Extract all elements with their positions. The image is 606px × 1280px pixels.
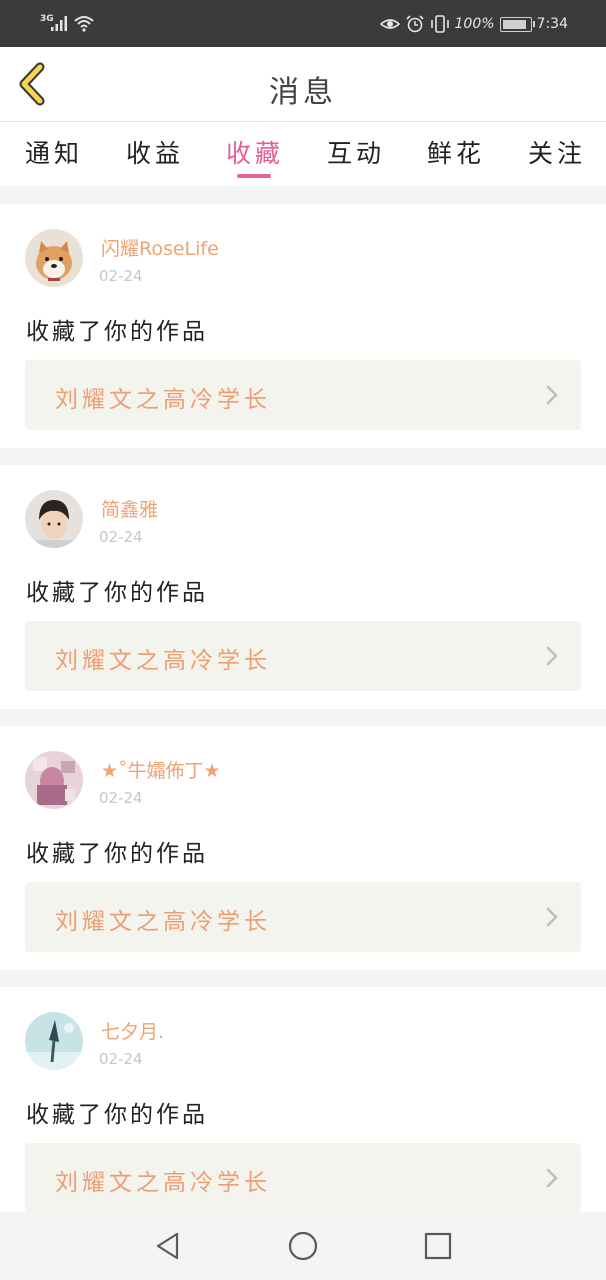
username[interactable]: 简鑫雅	[101, 495, 158, 522]
tab-earnings[interactable]: 收益	[126, 134, 184, 170]
signal-icon	[51, 16, 67, 31]
work-link[interactable]: 刘耀文之高冷学长	[25, 360, 581, 430]
tab-follows[interactable]: 关注	[528, 134, 586, 170]
message-date: 02-24	[99, 528, 143, 546]
square-recents-icon[interactable]	[421, 1229, 455, 1263]
battery-level	[502, 19, 526, 29]
tab-favorites[interactable]: 收藏	[226, 134, 284, 170]
clock: 7:34	[536, 16, 568, 32]
username[interactable]: 七夕月.	[101, 1017, 164, 1044]
avatar[interactable]	[25, 751, 83, 809]
eye-icon	[379, 19, 400, 29]
tab-bar: 通知 收益 收藏 互动 鲜花 关注	[0, 122, 606, 186]
work-title: 刘耀文之高冷学长	[55, 909, 271, 935]
chevron-right-icon	[546, 1168, 558, 1188]
wifi-icon	[74, 16, 94, 32]
username[interactable]: 闪耀RoseLife	[101, 234, 219, 261]
message-date: 02-24	[99, 789, 143, 807]
message-card: 闪耀RoseLife 02-24 收藏了你的作品 刘耀文之高冷学长	[0, 204, 606, 448]
message-text: 收藏了你的作品	[26, 319, 208, 345]
work-title: 刘耀文之高冷学长	[55, 1170, 271, 1196]
chevron-right-icon	[546, 385, 558, 405]
work-title: 刘耀文之高冷学长	[55, 648, 271, 674]
message-card: 简鑫雅 02-24 收藏了你的作品 刘耀文之高冷学长	[0, 465, 606, 709]
tab-interactions[interactable]: 互动	[327, 134, 385, 170]
message-date: 02-24	[99, 267, 143, 285]
message-list[interactable]: 闪耀RoseLife 02-24 收藏了你的作品 刘耀文之高冷学长 简鑫雅 02…	[0, 186, 606, 1212]
work-link[interactable]: 刘耀文之高冷学长	[25, 1143, 581, 1212]
message-card: 七夕月. 02-24 收藏了你的作品 刘耀文之高冷学长	[0, 987, 606, 1212]
app-header: 消息	[0, 47, 606, 122]
message-text: 收藏了你的作品	[26, 580, 208, 606]
status-bar: 3G 100% 7:34	[0, 0, 606, 47]
avatar[interactable]	[25, 229, 83, 287]
active-tab-indicator	[237, 174, 271, 178]
work-link[interactable]: 刘耀文之高冷学长	[25, 882, 581, 952]
message-text: 收藏了你的作品	[26, 841, 208, 867]
system-nav-bar	[0, 1212, 606, 1280]
work-title: 刘耀文之高冷学长	[55, 387, 271, 413]
tab-flowers[interactable]: 鲜花	[427, 134, 485, 170]
avatar[interactable]	[25, 490, 83, 548]
battery-icon	[499, 16, 535, 32]
message-date: 02-24	[99, 1050, 143, 1068]
message-text: 收藏了你的作品	[26, 1102, 208, 1128]
circle-home-icon[interactable]	[286, 1229, 320, 1263]
avatar[interactable]	[25, 1012, 83, 1070]
vibrate-icon	[430, 15, 449, 33]
work-link[interactable]: 刘耀文之高冷学长	[25, 621, 581, 691]
battery-percent: 100%	[454, 16, 495, 32]
triangle-back-icon[interactable]	[151, 1229, 185, 1263]
chevron-right-icon	[546, 646, 558, 666]
alarm-icon	[405, 15, 424, 33]
tab-notice[interactable]: 通知	[25, 134, 83, 170]
message-card: ★˚牛孀佈丁★ 02-24 收藏了你的作品 刘耀文之高冷学长	[0, 726, 606, 970]
page-title: 消息	[269, 75, 337, 110]
username[interactable]: ★˚牛孀佈丁★	[101, 756, 221, 783]
chevron-right-icon	[546, 907, 558, 927]
